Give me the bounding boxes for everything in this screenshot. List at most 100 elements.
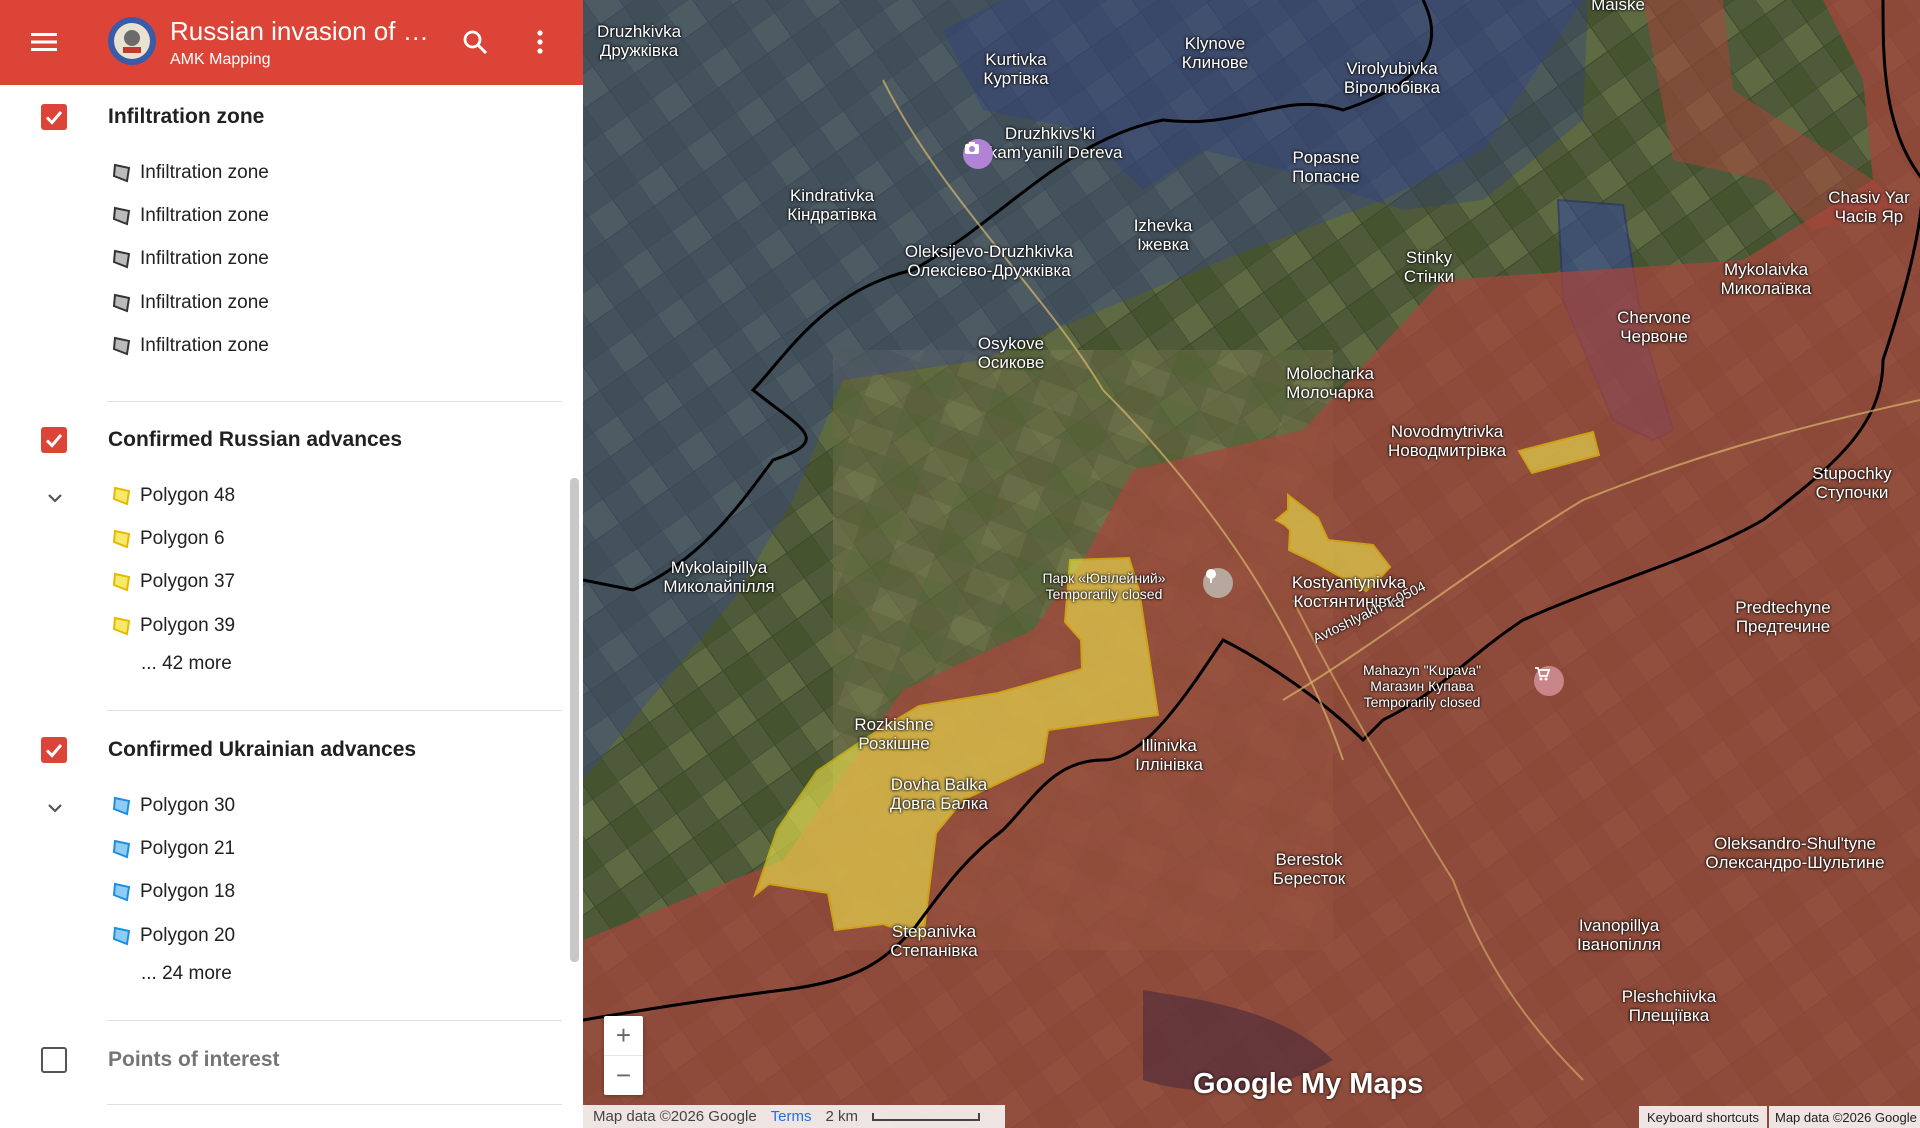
blue-polygon-icon xyxy=(112,796,131,816)
place-label: Molocharka Молочарка xyxy=(1286,364,1374,402)
terms-link[interactable]: Terms xyxy=(771,1108,812,1125)
more-options-icon[interactable] xyxy=(520,22,560,62)
chevron-down-icon[interactable] xyxy=(44,487,66,509)
sidebar-scrollbar[interactable] xyxy=(570,478,579,962)
list-item[interactable]: Polygon 21 xyxy=(110,833,235,865)
place-label: Mykolaivka Миколаївка xyxy=(1720,260,1812,298)
layer-checkbox-unchecked[interactable] xyxy=(41,1047,67,1073)
list-item[interactable]: Polygon 30 xyxy=(110,790,235,822)
layer-title[interactable]: Infiltration zone xyxy=(108,105,264,129)
map-imagery xyxy=(583,0,1920,1128)
yellow-polygon-icon xyxy=(112,616,131,636)
place-label: Rozkishne Розкішне xyxy=(854,715,934,753)
section-divider xyxy=(107,1104,562,1105)
attribution-text: Map data ©2026 Google xyxy=(593,1108,757,1125)
place-label: Predtechyne Предтечине xyxy=(1735,598,1831,636)
list-item[interactable]: Infiltration zone xyxy=(110,200,269,232)
layer-checkbox-checked[interactable] xyxy=(41,427,67,453)
list-item[interactable]: Infiltration zone xyxy=(110,287,269,319)
blue-polygon-icon xyxy=(112,882,131,902)
scale-label[interactable]: 2 km xyxy=(826,1108,859,1125)
yellow-polygon-icon xyxy=(112,529,131,549)
place-label: Osykove Осикове xyxy=(977,334,1045,372)
show-more-link[interactable]: ... 42 more xyxy=(141,653,232,675)
place-label: Ivanopillya Іванопілля xyxy=(1577,916,1661,954)
list-item[interactable]: Polygon 6 xyxy=(110,523,225,555)
zoom-in-button[interactable]: + xyxy=(604,1016,643,1056)
map-title: Russian invasion of U... xyxy=(170,16,440,46)
amk-logo xyxy=(107,16,157,66)
place-label: Chervone Червоне xyxy=(1617,308,1691,346)
place-label: Stupochky Ступочки xyxy=(1812,464,1892,502)
item-label: Polygon 21 xyxy=(140,838,236,859)
place-label: Oleksandro-Shul'tyne Олександро-Шультине xyxy=(1705,834,1885,872)
zoom-controls: + − xyxy=(604,1016,643,1095)
layers-list[interactable]: Infiltration zone Infiltration zone Infi… xyxy=(0,85,583,1128)
layer-checkbox-checked[interactable] xyxy=(41,737,67,763)
section-divider xyxy=(107,401,562,402)
list-item[interactable]: Polygon 37 xyxy=(110,566,235,598)
item-label: Infiltration zone xyxy=(140,205,269,226)
item-label: Polygon 39 xyxy=(140,615,236,636)
section-divider xyxy=(107,710,562,711)
place-label: Kindrativka Кіндратівка xyxy=(787,186,877,224)
place-label: Berestok Бересток xyxy=(1272,850,1346,888)
gray-polygon-icon xyxy=(112,206,131,226)
map-data-link[interactable]: Map data ©2026 Google xyxy=(1769,1106,1920,1128)
app-header: Russian invasion of U... AMK Mapping xyxy=(0,0,583,85)
park-label: Парк «Ювілейний» Temporarily closed xyxy=(1042,570,1166,602)
place-label: Mykolaipillya Миколайпілля xyxy=(663,558,775,596)
park-poi-icon[interactable] xyxy=(1203,568,1233,598)
map-attribution: Map data ©2026 Google Terms 2 km xyxy=(583,1105,1005,1128)
search-icon[interactable] xyxy=(455,22,495,62)
keyboard-shortcuts-link[interactable]: Keyboard shortcuts xyxy=(1639,1106,1768,1128)
photo-poi-icon[interactable] xyxy=(963,139,993,169)
item-label: Infiltration zone xyxy=(140,162,269,183)
place-label: Novodmytrivka Новодмитрівка xyxy=(1387,422,1507,460)
place-label: Druzhkivka Дружківка xyxy=(596,22,682,60)
map-author: AMK Mapping xyxy=(170,51,271,68)
gray-polygon-icon xyxy=(112,336,131,356)
list-item[interactable]: Polygon 18 xyxy=(110,876,235,908)
yellow-polygon-icon xyxy=(112,486,131,506)
place-label: Maiske xyxy=(1591,0,1645,14)
gray-polygon-icon xyxy=(112,293,131,313)
item-label: Polygon 37 xyxy=(140,571,236,592)
google-my-maps-logo: Google My Maps xyxy=(1193,1068,1424,1100)
layers-sidebar: Russian invasion of U... AMK Mapping Inf… xyxy=(0,0,583,1128)
blue-polygon-icon xyxy=(112,926,131,946)
item-label: Polygon 20 xyxy=(140,925,236,946)
layer-title[interactable]: Confirmed Ukrainian advances xyxy=(108,738,416,762)
blue-polygon-icon xyxy=(112,839,131,859)
list-item[interactable]: Polygon 48 xyxy=(110,480,235,512)
item-label: Polygon 6 xyxy=(140,528,225,549)
shopping-cart-icon[interactable] xyxy=(1534,666,1564,696)
item-label: Infiltration zone xyxy=(140,248,269,269)
place-label: Oleksijevo-Druzhkivka Олексієво-Дружківка xyxy=(904,242,1074,280)
place-label: Pleshchiivka Плещіївка xyxy=(1621,987,1717,1025)
list-item[interactable]: Infiltration zone xyxy=(110,157,269,189)
list-item[interactable]: Infiltration zone xyxy=(110,243,269,275)
list-item[interactable]: Polygon 39 xyxy=(110,610,235,642)
show-more-link[interactable]: ... 24 more xyxy=(141,963,232,985)
item-label: Polygon 30 xyxy=(140,795,236,816)
yellow-polygon-icon xyxy=(112,572,131,592)
place-label: Stinky Стінки xyxy=(1403,248,1455,286)
layer-checkbox-checked[interactable] xyxy=(41,104,67,130)
place-label: Klynove Клинове xyxy=(1181,34,1249,72)
gray-polygon-icon xyxy=(112,249,131,269)
map-canvas[interactable]: Druzhkivka Дружківка Kurtivka Куртівка Kly… xyxy=(583,0,1920,1128)
place-label: Druzhkivs'ki Skam'yanili Dereva xyxy=(977,124,1123,162)
zoom-out-button[interactable]: − xyxy=(604,1056,643,1095)
place-label: Izhevka Іжевка xyxy=(1133,216,1193,254)
layer-title[interactable]: Confirmed Russian advances xyxy=(108,428,402,452)
shop-label: Mahazyn "Kupava" Магазин Купава Temporaril… xyxy=(1362,662,1482,710)
item-label: Infiltration zone xyxy=(140,335,269,356)
list-item[interactable]: Infiltration zone xyxy=(110,330,269,362)
item-label: Infiltration zone xyxy=(140,292,269,313)
place-label: Chasiv Yar Часів Яр xyxy=(1828,188,1910,226)
chevron-down-icon[interactable] xyxy=(44,797,66,819)
list-item[interactable]: Polygon 20 xyxy=(110,920,235,952)
menu-icon[interactable] xyxy=(24,22,64,62)
layer-title[interactable]: Points of interest xyxy=(108,1048,280,1072)
